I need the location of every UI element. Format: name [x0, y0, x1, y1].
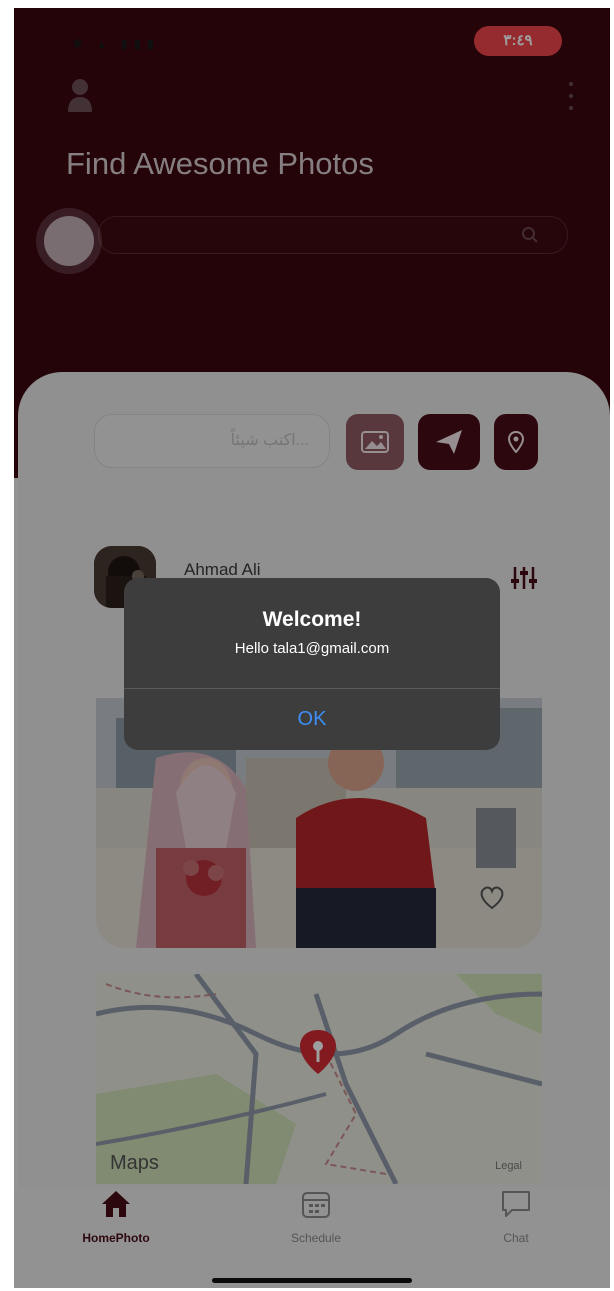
alert-message: Hello tala1@gmail.com	[234, 640, 390, 657]
alert-ok-button[interactable]: OK	[124, 689, 500, 750]
welcome-alert-dialog: Welcome! Hello tala1@gmail.com OK	[124, 578, 500, 750]
app-screen: ✱ ▴ ▮▮▮ ٣:٤٩ Find Awesome Photos اكتب شي…	[14, 8, 610, 1288]
alert-title: Welcome!	[262, 608, 362, 631]
